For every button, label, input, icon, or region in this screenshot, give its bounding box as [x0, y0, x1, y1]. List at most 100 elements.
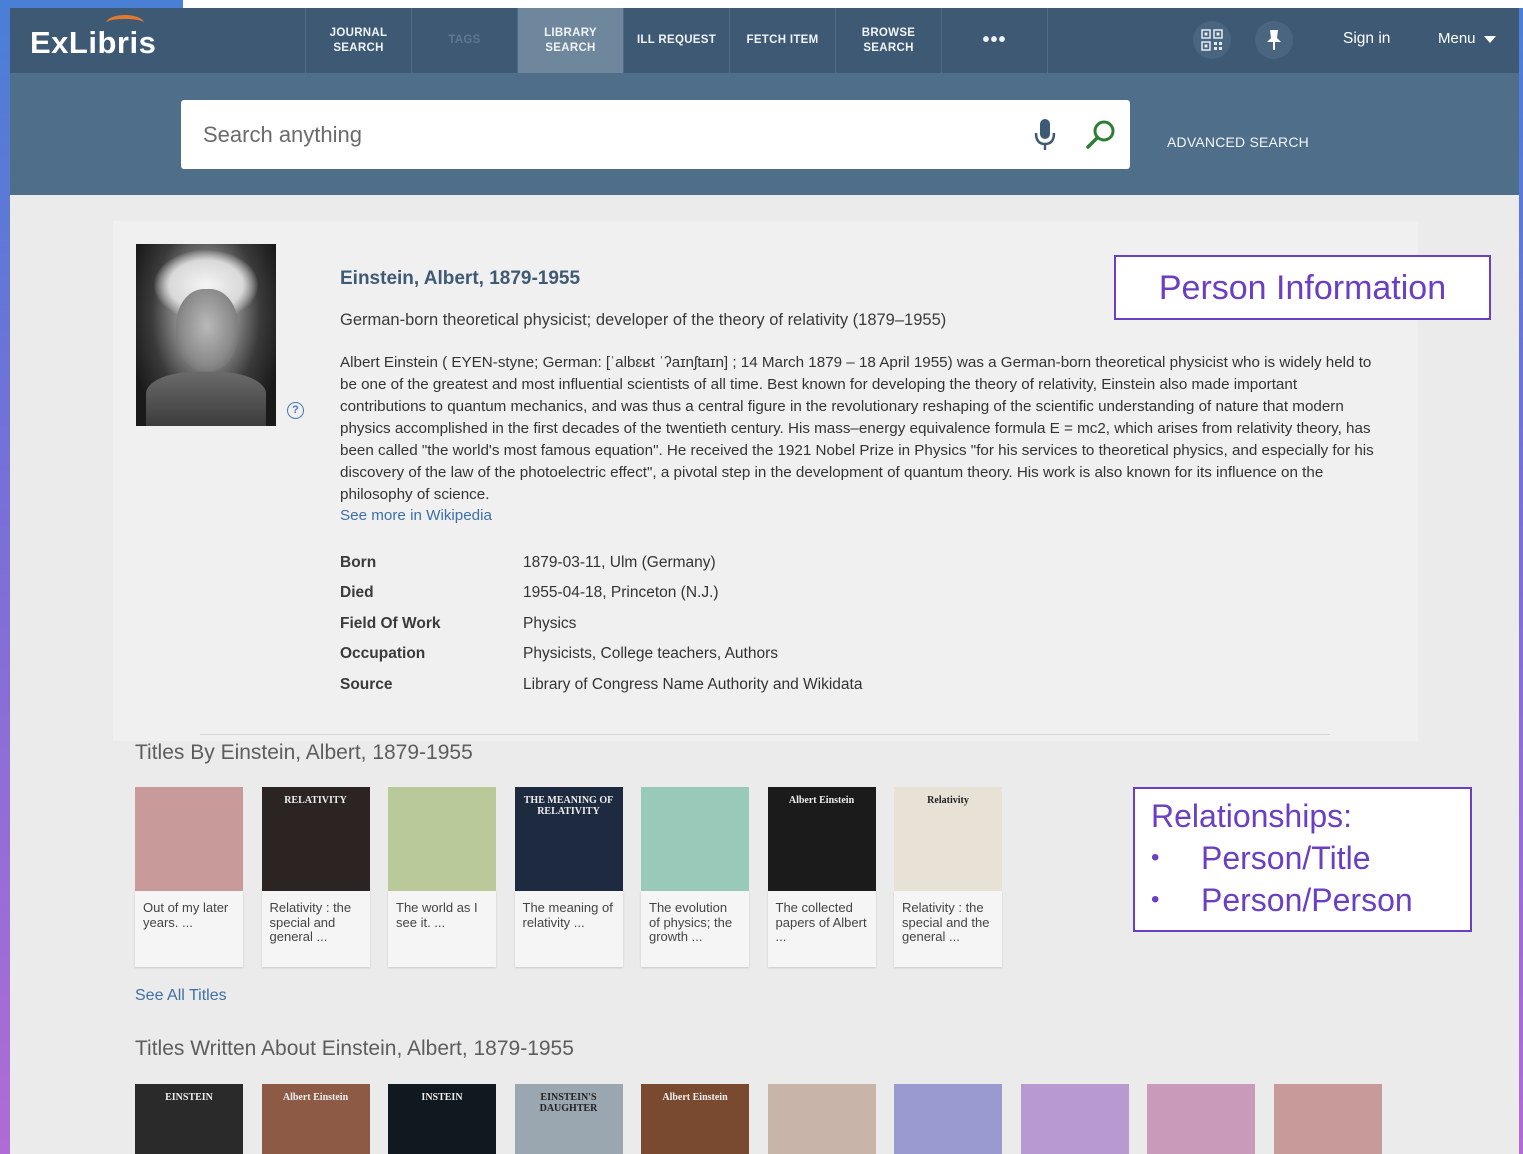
book-cover[interactable]: Relativity: [894, 787, 1002, 891]
book-thumbnail[interactable]: EINSTEIN: [135, 1084, 243, 1154]
fact-label: Source: [340, 676, 393, 693]
book-cover[interactable]: [135, 787, 243, 891]
cover-title: INSTEIN: [421, 1092, 463, 1103]
relationships-callout: Relationships: • Person/Title • Person/P…: [1133, 787, 1472, 932]
top-navigation-bar: ExLibris JOURNAL SEARCH TAGS LIBRARY SEARC…: [10, 8, 1519, 73]
logo-arc-icon: [106, 15, 144, 31]
portrait-face: [176, 289, 238, 371]
advanced-search-link[interactable]: ADVANCED SEARCH: [1167, 134, 1309, 150]
nav-item[interactable]: ILL REQUEST: [623, 8, 729, 73]
book-thumbnail[interactable]: Albert Einstein: [261, 1084, 370, 1154]
book-thumbnail[interactable]: Albert Einstein: [641, 1084, 749, 1154]
book-cover[interactable]: [1020, 1084, 1129, 1154]
book-cover[interactable]: [388, 787, 496, 891]
search-band: ADVANCED SEARCH: [10, 73, 1519, 195]
nav-divider: [1047, 8, 1048, 73]
book-caption[interactable]: The world as I see it. ...: [388, 891, 496, 967]
search-input[interactable]: [203, 120, 1003, 150]
fact-value: Physics: [523, 615, 577, 632]
person-portrait: [136, 244, 276, 426]
relationship-label: Person/Person: [1201, 882, 1413, 918]
book-thumbnail[interactable]: [894, 1084, 1002, 1154]
bullet-icon: •: [1151, 844, 1160, 871]
pin-button[interactable]: [1255, 21, 1293, 59]
relationship-item: • Person/Title: [1151, 837, 1470, 879]
see-all-titles-link[interactable]: See All Titles: [135, 987, 227, 1005]
fact-label: Born: [340, 554, 377, 571]
cover-title: RELATIVITY: [284, 795, 347, 806]
bullet-icon: •: [1151, 886, 1160, 913]
microphone-icon[interactable]: [1033, 118, 1057, 152]
book-thumbnail[interactable]: Relativity Relativity : the special and t…: [894, 787, 1002, 967]
fact-value: Library of Congress Name Authority and W…: [523, 676, 863, 693]
book-thumbnail[interactable]: [1273, 1084, 1382, 1154]
book-caption[interactable]: Relativity : the special and general ...: [261, 891, 370, 967]
book-caption[interactable]: The evolution of physics; the growth ...: [641, 891, 749, 967]
person-description: German-born theoretical physicist; devel…: [340, 311, 947, 329]
book-cover[interactable]: EINSTEIN: [135, 1084, 243, 1154]
book-thumbnail[interactable]: INSTEIN: [388, 1084, 496, 1154]
fact-label: Died: [340, 584, 374, 601]
pin-icon: [1267, 30, 1281, 50]
slide-top-strip: [183, 0, 1523, 8]
search-box: [181, 100, 1130, 169]
person-name: Einstein, Albert, 1879-1955: [340, 268, 581, 289]
menu-button[interactable]: Menu: [1438, 30, 1496, 47]
book-cover[interactable]: [894, 1084, 1002, 1154]
main-nav: JOURNAL SEARCH TAGS LIBRARY SEARCH ILL REQU…: [305, 8, 1048, 73]
book-thumbnail[interactable]: Out of my later years. ...: [135, 787, 243, 967]
relationship-label: Person/Title: [1201, 840, 1371, 876]
book-cover[interactable]: THE MEANING OF RELATIVITY: [514, 787, 623, 891]
book-caption[interactable]: Relativity : the special and the general…: [894, 891, 1002, 967]
book-thumbnail[interactable]: RELATIVITY Relativity : the special and g…: [261, 787, 370, 967]
book-caption[interactable]: The collected papers of Albert ...: [767, 891, 876, 967]
book-cover[interactable]: INSTEIN: [388, 1084, 496, 1154]
book-thumbnail[interactable]: [1147, 1084, 1255, 1154]
nav-item[interactable]: LIBRARY SEARCH: [517, 8, 623, 73]
cover-title: THE MEANING OF RELATIVITY: [523, 795, 614, 817]
portrait-coat: [146, 372, 266, 426]
sign-in-link[interactable]: Sign in: [1343, 30, 1390, 48]
chevron-down-icon: [1483, 35, 1496, 43]
book-cover[interactable]: [767, 1084, 876, 1154]
book-cover[interactable]: [1147, 1084, 1255, 1154]
book-cover[interactable]: Albert Einstein: [641, 1084, 749, 1154]
book-cover[interactable]: Albert Einstein: [261, 1084, 370, 1154]
book-thumbnail[interactable]: The world as I see it. ...: [388, 787, 496, 967]
fact-value: 1955-04-18, Princeton (N.J.): [523, 584, 719, 601]
fact-label: Occupation: [340, 645, 426, 662]
nav-item[interactable]: TAGS: [411, 8, 517, 73]
titles-by-heading: Titles By Einstein, Albert, 1879-1955: [135, 741, 473, 764]
book-thumbnail[interactable]: [767, 1084, 876, 1154]
book-cover[interactable]: RELATIVITY: [261, 787, 370, 891]
book-caption[interactable]: The meaning of relativity ...: [514, 891, 623, 967]
book-cover[interactable]: EINSTEIN'S DAUGHTER: [514, 1084, 623, 1154]
fact-value: 1879-03-11, Ulm (Germany): [523, 554, 716, 571]
book-thumbnail[interactable]: The evolution of physics; the growth ...: [641, 787, 749, 967]
relationship-item: • Person/Person: [1151, 879, 1470, 921]
book-cover[interactable]: [641, 787, 749, 891]
exlibris-logo[interactable]: ExLibris: [30, 15, 156, 61]
cover-title: Albert Einstein: [788, 795, 855, 806]
nav-item[interactable]: JOURNAL SEARCH: [305, 8, 411, 73]
book-thumbnail[interactable]: THE MEANING OF RELATIVITY The meaning of …: [514, 787, 623, 967]
nav-item[interactable]: FETCH ITEM: [729, 8, 835, 73]
help-icon[interactable]: ?: [287, 402, 304, 419]
book-thumbnail[interactable]: EINSTEIN'S DAUGHTER: [514, 1084, 623, 1154]
book-cover[interactable]: Albert Einstein: [767, 787, 876, 891]
book-caption[interactable]: Out of my later years. ...: [135, 891, 243, 967]
primo-window: ExLibris JOURNAL SEARCH TAGS LIBRARY SEARC…: [10, 8, 1519, 1154]
book-thumbnail[interactable]: [1020, 1084, 1129, 1154]
book-thumbnail[interactable]: Albert Einstein The collected papers of A…: [767, 787, 876, 967]
book-cover[interactable]: [1273, 1084, 1382, 1154]
wikipedia-link[interactable]: See more in Wikipedia: [340, 507, 492, 524]
search-icon[interactable]: [1085, 118, 1117, 150]
qr-code-button[interactable]: [1193, 21, 1231, 59]
person-bio: Albert Einstein ( EYEN-styne; German: [ˈ…: [340, 354, 1374, 503]
cover-title: Albert Einstein: [662, 1092, 728, 1103]
nav-item[interactable]: BROWSE SEARCH: [835, 8, 941, 73]
more-nav-button[interactable]: •••: [941, 8, 1047, 73]
qr-code-icon: [1201, 29, 1223, 51]
section-divider: [200, 734, 1330, 735]
cover-title: Relativity: [927, 795, 969, 806]
